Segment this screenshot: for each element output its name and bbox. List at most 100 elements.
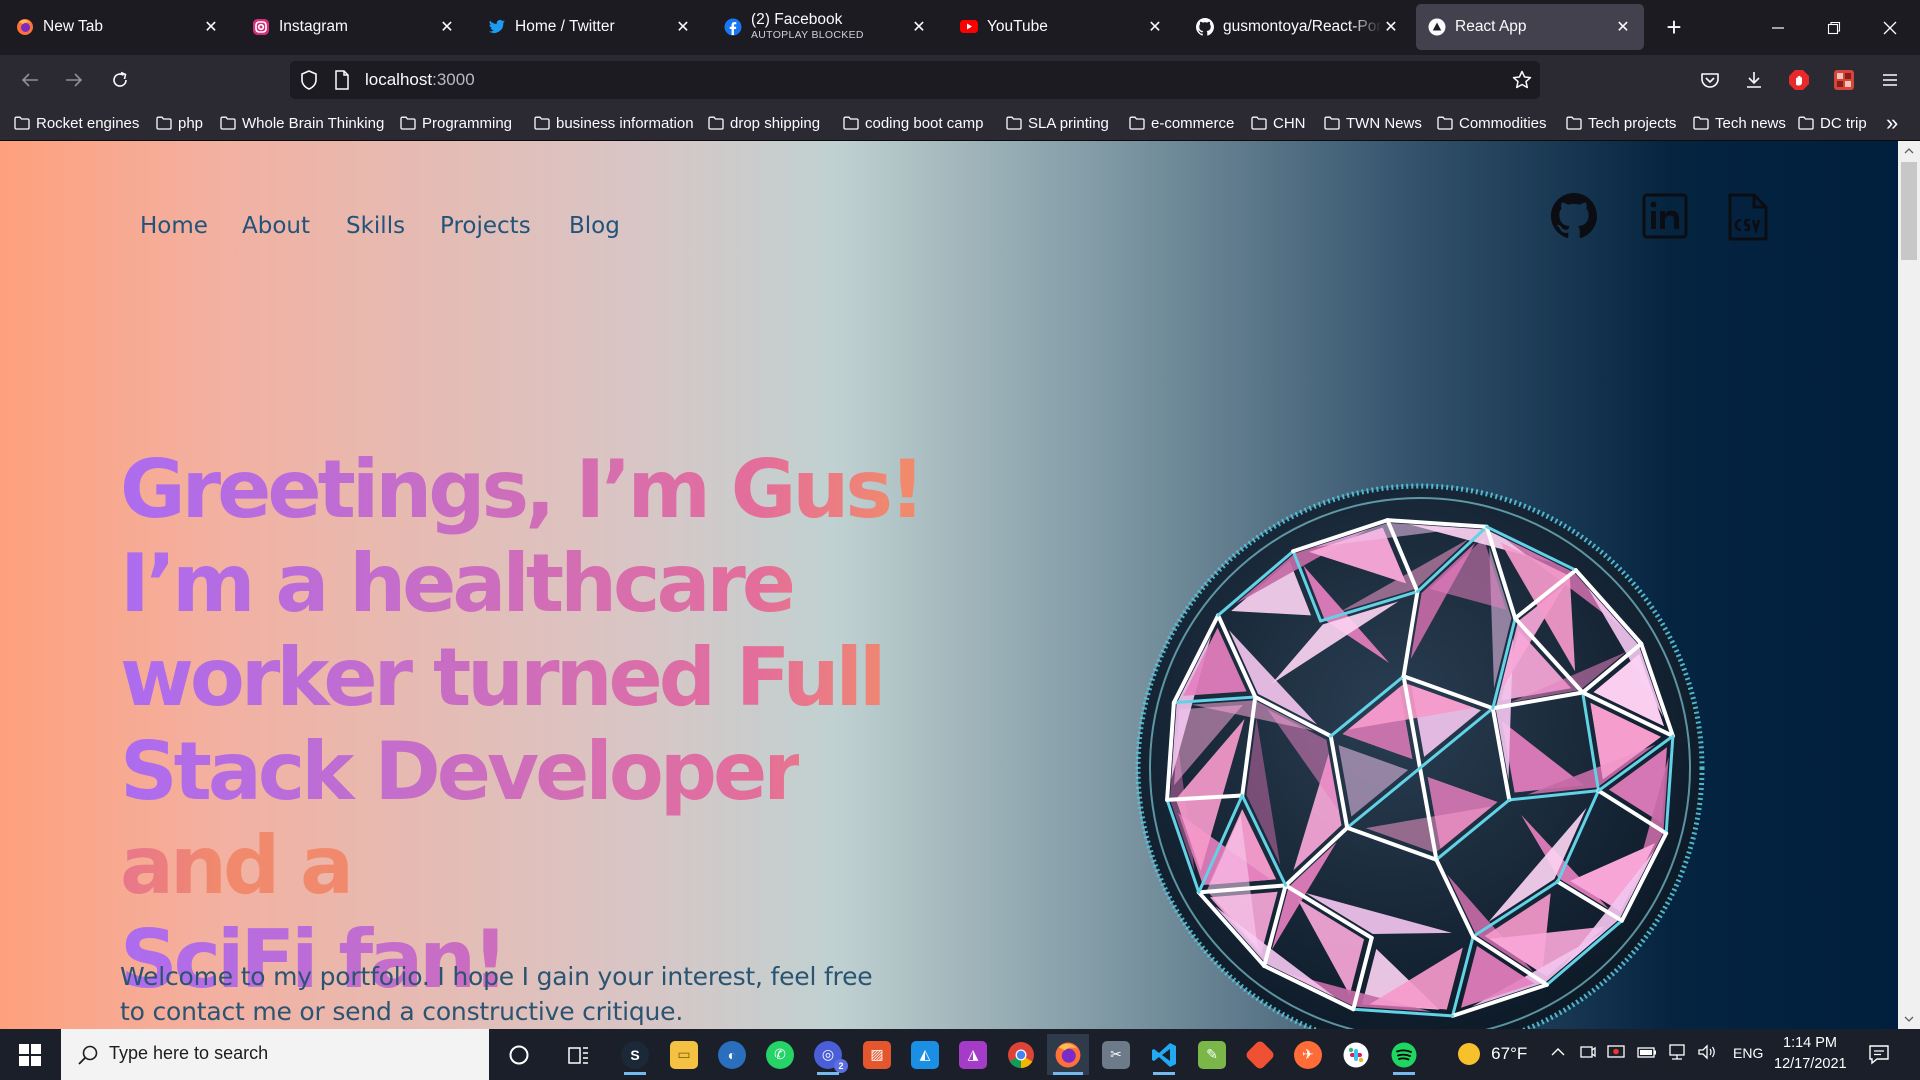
affinity-photo-icon: ◮ [959, 1040, 987, 1069]
tab-youtube[interactable]: YouTube ✕ [948, 4, 1176, 50]
close-icon[interactable]: ✕ [1614, 18, 1632, 36]
forward-button[interactable] [56, 62, 92, 98]
vscode-app[interactable] [1143, 1034, 1185, 1075]
bookmark-folder[interactable]: SLA printing [1006, 112, 1109, 134]
network-indicator[interactable] [1667, 1043, 1687, 1065]
affinity-photo-app[interactable]: ◮ [952, 1034, 994, 1075]
new-tab-button[interactable]: + [1646, 0, 1702, 55]
nav-link-home[interactable]: Home [140, 213, 208, 239]
close-icon[interactable]: ✕ [202, 18, 220, 36]
url-bar[interactable]: localhost:3000 [290, 61, 1540, 99]
google-chrome-app[interactable] [1000, 1034, 1042, 1075]
back-button[interactable] [12, 62, 48, 98]
cortana-button[interactable] [498, 1034, 540, 1075]
bookmark-folder[interactable]: Tech projects [1566, 112, 1676, 134]
close-icon[interactable]: ✕ [1382, 18, 1400, 36]
hero-line: worker turned Full [120, 631, 886, 724]
input-language[interactable]: ENG [1733, 1045, 1763, 1061]
bookmark-folder[interactable]: TWN News [1324, 112, 1422, 134]
tab-twitter[interactable]: Home / Twitter ✕ [476, 4, 704, 50]
bookmark-star-icon[interactable] [1512, 70, 1532, 90]
reload-button[interactable] [102, 62, 138, 98]
app-blue-circle[interactable]: ◐ [711, 1034, 753, 1075]
bookmarks-overflow-button[interactable]: » [1886, 110, 1898, 135]
volume-indicator[interactable] [1697, 1043, 1717, 1065]
snipping-tool-app[interactable]: ✂ [1095, 1034, 1137, 1075]
app-menu-button[interactable] [1872, 62, 1908, 98]
nav-link-skills[interactable]: Skills [346, 213, 405, 239]
task-view-button[interactable] [558, 1034, 600, 1075]
start-button[interactable] [9, 1034, 51, 1075]
bookmark-folder[interactable]: Commodities [1437, 112, 1547, 134]
bookmark-folder[interactable]: coding boot camp [843, 112, 983, 134]
adblock-extension-button[interactable] [1781, 62, 1817, 98]
notification-badge: 2 [834, 1058, 848, 1073]
show-hidden-icons-button[interactable] [1550, 1044, 1566, 1064]
network-icon [1669, 1044, 1685, 1060]
chrome-profile-app[interactable]: ◎ 2 [807, 1034, 849, 1075]
page-scrollbar[interactable] [1898, 141, 1920, 1029]
close-icon[interactable]: ✕ [674, 18, 692, 36]
speaker-icon [1698, 1044, 1715, 1060]
notification-icon [1869, 1045, 1889, 1065]
steam-app[interactable]: S [614, 1034, 656, 1075]
csv-file-icon[interactable] [1726, 193, 1772, 241]
bookmark-label: Whole Brain Thinking [242, 114, 385, 132]
github-icon[interactable] [1551, 193, 1597, 239]
git-kraken-app[interactable] [1239, 1034, 1281, 1075]
tab-new-tab[interactable]: New Tab ✕ [4, 4, 232, 50]
weather-widget[interactable]: 67°F [1458, 1043, 1527, 1065]
slack-app[interactable] [1335, 1034, 1377, 1075]
clock[interactable]: 1:14 PM 12/17/2021 [1774, 1033, 1847, 1075]
restore-button[interactable] [1806, 0, 1862, 55]
bookmark-folder[interactable]: Tech news [1693, 112, 1786, 134]
close-icon[interactable]: ✕ [910, 18, 928, 36]
bookmark-folder[interactable]: Whole Brain Thinking [220, 112, 384, 134]
tab-react-app[interactable]: React App ✕ [1416, 4, 1644, 50]
battery-indicator[interactable] [1637, 1044, 1657, 1064]
nav-link-projects[interactable]: Projects [440, 213, 531, 239]
scroll-up-arrow[interactable] [1898, 141, 1920, 161]
tray-device-icon[interactable] [1579, 1043, 1597, 1065]
bookmark-folder[interactable]: DC trip [1798, 112, 1867, 134]
tab-github[interactable]: gusmontoya/React-Portfolio ✕ [1184, 4, 1412, 50]
linkedin-icon[interactable] [1642, 193, 1688, 239]
navigation-toolbar: localhost:3000 [0, 55, 1920, 105]
extension-button[interactable] [1826, 62, 1862, 98]
bookmark-folder[interactable]: business information [534, 112, 694, 134]
bookmark-folder[interactable]: CHN [1251, 112, 1306, 134]
postman-app[interactable]: ✈ [1287, 1034, 1329, 1075]
folder-icon [1006, 116, 1028, 130]
pocket-button[interactable] [1692, 62, 1728, 98]
close-window-button[interactable] [1862, 0, 1918, 55]
bookmark-folder[interactable]: php [156, 112, 203, 134]
firefox-app[interactable] [1047, 1034, 1089, 1075]
minimize-button[interactable] [1750, 0, 1806, 55]
bookmark-folder[interactable]: e-commerce [1129, 112, 1234, 134]
nav-link-about[interactable]: About [242, 213, 310, 239]
bookmark-folder[interactable]: Programming [400, 112, 512, 134]
affinity-designer-app[interactable]: ◭ [904, 1034, 946, 1075]
nav-link-blog[interactable]: Blog [569, 213, 620, 239]
notepad-app[interactable]: ✎ [1191, 1034, 1233, 1075]
scroll-down-arrow[interactable] [1898, 1009, 1920, 1029]
page-info-icon[interactable] [332, 70, 352, 90]
downloads-button[interactable] [1736, 62, 1772, 98]
github-icon [1196, 18, 1214, 36]
close-icon[interactable]: ✕ [438, 18, 456, 36]
file-explorer-app[interactable]: ▭ [663, 1034, 705, 1075]
tab-instagram[interactable]: Instagram ✕ [240, 4, 468, 50]
close-icon[interactable]: ✕ [1146, 18, 1164, 36]
url-text[interactable]: localhost:3000 [365, 70, 475, 90]
affinity-publisher-app[interactable]: ▨ [856, 1034, 898, 1075]
action-center-button[interactable] [1868, 1043, 1890, 1069]
whatsapp-app[interactable]: ✆ [759, 1034, 801, 1075]
tray-security-icon[interactable] [1607, 1043, 1625, 1065]
bookmark-folder[interactable]: drop shipping [708, 112, 820, 134]
spotify-app[interactable] [1383, 1034, 1425, 1075]
tab-facebook[interactable]: (2) Facebook AUTOPLAY BLOCKED ✕ [712, 4, 940, 50]
bookmark-folder[interactable]: Rocket engines [14, 112, 139, 134]
scrollbar-thumb[interactable] [1901, 162, 1917, 260]
taskbar-search-box[interactable]: Type here to search [61, 1029, 489, 1080]
tracking-protection-shield-icon[interactable] [299, 70, 319, 90]
